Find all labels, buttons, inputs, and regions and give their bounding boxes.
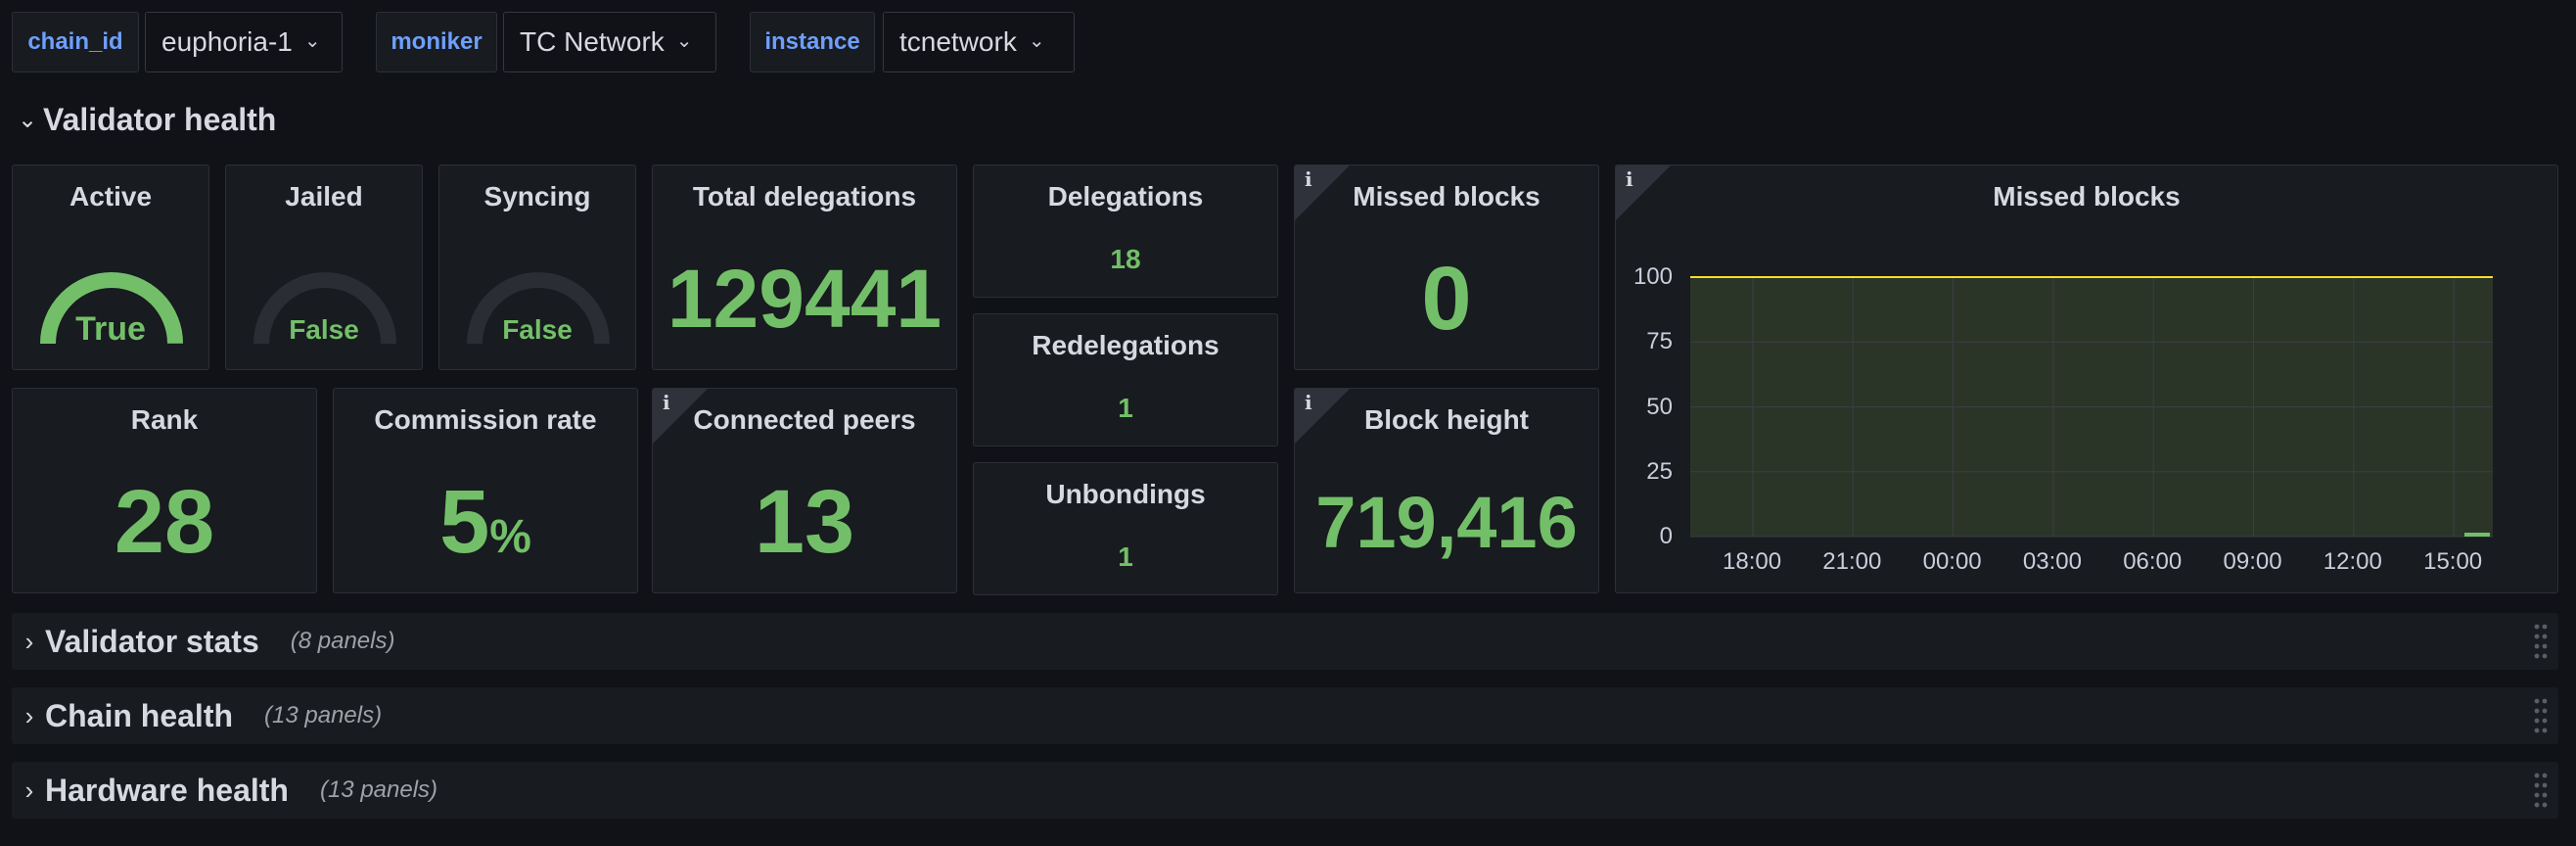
variable-label-moniker: moniker xyxy=(376,12,497,72)
row-hardware-health[interactable]: › Hardware health (13 panels) xyxy=(12,762,2558,819)
stat-value-wrap: 5% xyxy=(334,471,637,574)
x-tick-label: 00:00 xyxy=(1922,548,1982,575)
panel-jailed[interactable]: Jailed False xyxy=(225,164,423,370)
row-title: Hardware health xyxy=(45,772,289,808)
stat-value: 13 xyxy=(754,472,855,572)
gauge-value: True xyxy=(75,310,146,348)
x-tick-label: 09:00 xyxy=(2223,548,2282,575)
stat-value: 18 xyxy=(1110,244,1141,274)
panel-missed-blocks-stat[interactable]: i Missed blocks 0 xyxy=(1294,164,1599,370)
chevron-down-icon: ⌄ xyxy=(1028,29,1045,52)
panel-title: Block height xyxy=(1363,404,1529,435)
row-title: Validator stats xyxy=(45,623,259,659)
row-chain-health[interactable]: › Chain health (13 panels) xyxy=(12,687,2558,744)
stat-value: 1 xyxy=(1118,541,1133,572)
variable-label-instance: instance xyxy=(750,12,875,72)
chain-id-value: euphoria-1 xyxy=(161,26,293,57)
stat-unit: % xyxy=(489,511,531,563)
panel-title: Connected peers xyxy=(693,404,916,435)
stat-value: 129441 xyxy=(667,253,943,345)
panel-commission-rate[interactable]: Commission rate 5% xyxy=(333,388,638,593)
chevron-right-icon: › xyxy=(24,700,34,730)
y-tick-label: 25 xyxy=(1646,457,1673,485)
row-panel-count: (13 panels) xyxy=(319,776,438,803)
panel-title: Unbondings xyxy=(1045,479,1206,509)
y-tick-label: 50 xyxy=(1646,393,1673,420)
panel-title: Missed blocks xyxy=(1353,181,1541,212)
gauge-value: False xyxy=(502,314,573,345)
stat-value: 0 xyxy=(1421,249,1472,349)
x-tick-label: 21:00 xyxy=(1822,548,1882,575)
variable-select-moniker[interactable]: TC Network ⌄ xyxy=(503,12,716,72)
moniker-value: TC Network xyxy=(520,26,665,57)
row-title: Validator health xyxy=(43,101,277,137)
chevron-right-icon: › xyxy=(24,775,34,805)
panel-title: Redelegations xyxy=(1032,330,1219,360)
chevron-down-icon: ⌄ xyxy=(303,29,321,52)
chevron-right-icon: › xyxy=(24,626,34,656)
panel-active[interactable]: Active True xyxy=(12,164,209,370)
panel-unbondings[interactable]: Unbondings 1 xyxy=(973,462,1278,595)
variable-select-instance[interactable]: tcnetwork ⌄ xyxy=(883,12,1075,72)
y-tick-label: 0 xyxy=(1659,523,1673,549)
row-title: Chain health xyxy=(45,697,234,733)
chart-plot xyxy=(1690,276,2493,538)
panel-total-delegations[interactable]: Total delegations 129441 xyxy=(652,164,957,370)
x-tick-label: 15:00 xyxy=(2423,548,2483,575)
panel-syncing[interactable]: Syncing False xyxy=(438,164,636,370)
panel-title: Total delegations xyxy=(692,181,917,212)
row-header-validator-health[interactable]: ⌄ Validator health xyxy=(12,98,276,141)
panel-title: Commission rate xyxy=(374,404,597,435)
chevron-down-icon: ⌄ xyxy=(675,29,693,52)
panel-redelegations[interactable]: Redelegations 1 xyxy=(973,313,1278,446)
y-tick-label: 75 xyxy=(1646,328,1673,355)
stat-value: 1 xyxy=(1118,393,1133,423)
panel-block-height[interactable]: i Block height 719,416 xyxy=(1294,388,1599,593)
gauge-value: False xyxy=(289,314,359,345)
row-panel-count: (8 panels) xyxy=(290,628,395,654)
x-tick-label: 12:00 xyxy=(2323,548,2382,575)
drag-handle-icon[interactable] xyxy=(2533,772,2549,811)
chevron-down-icon: ⌄ xyxy=(17,106,38,133)
row-validator-stats[interactable]: › Validator stats (8 panels) xyxy=(12,613,2558,670)
x-tick-label: 06:00 xyxy=(2123,548,2183,575)
row-panel-count: (13 panels) xyxy=(264,702,383,728)
instance-value: tcnetwork xyxy=(899,26,1017,57)
panel-missed-blocks-chart[interactable]: i Missed blocks 100 75 50 25 0 18:00 21:00 00:0… xyxy=(1615,164,2558,593)
stat-value: 719,416 xyxy=(1315,482,1578,563)
panel-title: Rank xyxy=(130,404,199,435)
y-tick-label: 100 xyxy=(1633,263,1673,290)
variable-label-chain-id: chain_id xyxy=(12,12,139,72)
drag-handle-icon[interactable] xyxy=(2533,623,2549,662)
stat-value: 28 xyxy=(114,472,215,572)
variable-select-chain-id[interactable]: euphoria-1 ⌄ xyxy=(145,12,343,72)
panel-connected-peers[interactable]: i Connected peers 13 xyxy=(652,388,957,593)
drag-handle-icon[interactable] xyxy=(2533,697,2549,736)
x-tick-label: 18:00 xyxy=(1723,548,1782,575)
panel-title: Delegations xyxy=(1047,181,1204,212)
stat-value: 5 xyxy=(439,472,490,572)
panel-delegations[interactable]: Delegations 18 xyxy=(973,164,1278,298)
panel-rank[interactable]: Rank 28 xyxy=(12,388,317,593)
x-tick-label: 03:00 xyxy=(2022,548,2082,575)
